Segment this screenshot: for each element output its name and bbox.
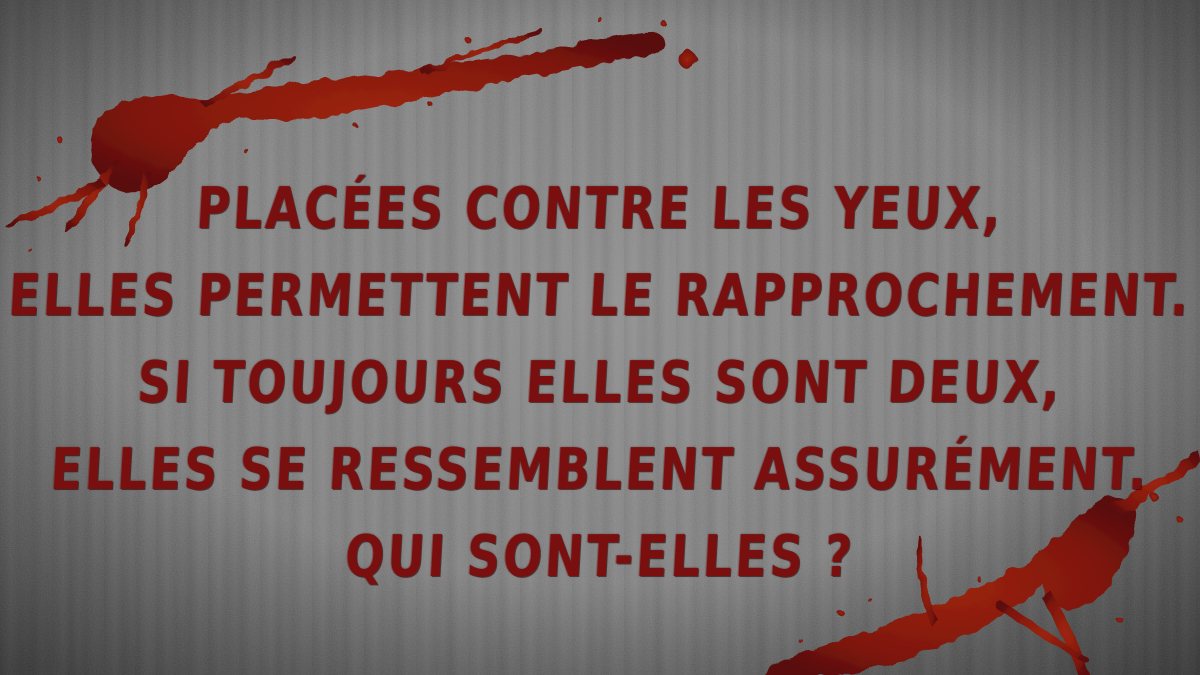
poster: Placées contre les yeux, Elles permetten… <box>0 0 1200 675</box>
riddle-text: Placées contre les yeux, Elles permetten… <box>0 165 1200 600</box>
riddle-question: Qui sont-elles ? <box>343 522 857 590</box>
